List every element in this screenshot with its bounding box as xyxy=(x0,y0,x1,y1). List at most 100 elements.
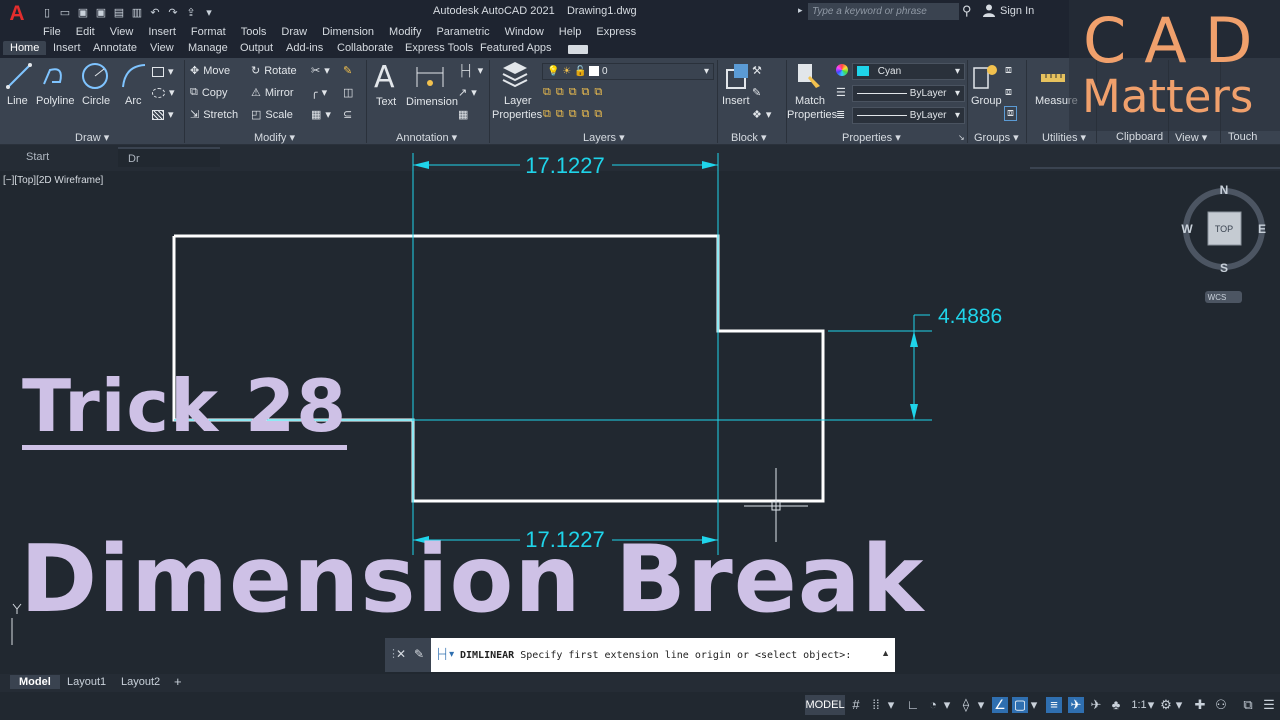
group-button[interactable]: Group xyxy=(971,95,1002,107)
edit-block-tool[interactable]: ✎ xyxy=(752,86,761,99)
auto-scale-icon[interactable]: ✈ xyxy=(1088,697,1104,713)
groups-panel-label[interactable]: Groups ▾ xyxy=(974,131,1019,144)
view-panel-label[interactable]: View ▾ xyxy=(1175,131,1207,144)
menu-item-format[interactable]: Format xyxy=(191,26,226,38)
gradient-tool[interactable]: ▾ xyxy=(152,108,174,121)
snap-icon[interactable]: ⁞⁞ xyxy=(868,697,884,713)
gear-icon[interactable]: ⚙ xyxy=(1158,697,1174,713)
create-block-tool[interactable]: ⚒ xyxy=(752,64,762,77)
isodraft-icon[interactable]: ⟠ xyxy=(958,697,974,713)
match-properties-button[interactable]: Match xyxy=(795,95,825,107)
properties-dialog-launcher-icon[interactable]: ↘ xyxy=(958,133,965,142)
utilities-panel-label[interactable]: Utilities ▾ xyxy=(1042,131,1086,144)
dim-right-text[interactable]: 4.4886 xyxy=(938,305,1002,328)
object-snap-icon[interactable]: ▢ xyxy=(1012,697,1028,713)
grid-icon[interactable]: # xyxy=(848,697,864,713)
array-button[interactable]: ▦ ▾ xyxy=(311,108,331,121)
tab-insert[interactable]: Insert xyxy=(53,42,81,54)
viewport-controls[interactable]: [−][Top][2D Wireframe] xyxy=(3,175,103,186)
scale-button[interactable]: ◰ Scale xyxy=(251,108,293,122)
autocad-logo-icon[interactable]: A xyxy=(6,3,28,25)
redo-icon[interactable]: ↷ xyxy=(166,5,180,19)
draw-panel-label[interactable]: Draw ▾ xyxy=(75,131,109,144)
menu-item-modify[interactable]: Modify xyxy=(389,26,421,38)
tab-collaborate[interactable]: Collaborate xyxy=(337,42,393,54)
lineweight-toggle-icon[interactable]: ≡ xyxy=(1046,697,1062,713)
linetype-dropdown[interactable]: ByLayer ▾ xyxy=(852,85,965,102)
menu-item-tools[interactable]: Tools xyxy=(241,26,267,38)
move-button[interactable]: ✥ Move xyxy=(190,64,230,78)
layer-dropdown[interactable]: 💡 ☀ 🔓 0 ▾ xyxy=(542,63,714,80)
modify-panel-label[interactable]: Modify ▾ xyxy=(254,131,295,144)
plot-icon[interactable]: ▥ xyxy=(130,5,144,19)
tab-layout1[interactable]: Layout1 xyxy=(67,676,106,688)
chevron-down-icon[interactable]: ▾ xyxy=(1175,697,1183,713)
stretch-button[interactable]: ⇲ Stretch xyxy=(190,108,238,122)
save-as-icon[interactable]: ▣ xyxy=(94,5,108,19)
model-space-button[interactable]: MODEL xyxy=(805,695,845,715)
new-icon[interactable]: ▯ xyxy=(40,5,54,19)
erase-button[interactable]: ✎ xyxy=(343,64,352,77)
layer-tools-row-2[interactable]: ⧉⧉⧉⧉⧉ xyxy=(543,108,607,121)
customize-icon[interactable]: ▾ xyxy=(202,5,216,19)
group-select-tool[interactable]: ⧈ xyxy=(1004,106,1017,121)
web-icon[interactable]: ▤ xyxy=(112,5,126,19)
ribbon-toggle-icon[interactable] xyxy=(568,45,588,54)
chevron-down-icon[interactable]: ▾ xyxy=(977,697,985,713)
layer-properties-button[interactable]: Layer xyxy=(504,95,532,107)
table-tool[interactable]: ▦ xyxy=(458,108,468,121)
trim-button[interactable]: ✂ ▾ xyxy=(311,64,330,77)
tab-featured-apps[interactable]: Featured Apps xyxy=(480,42,552,54)
tab-view[interactable]: View xyxy=(150,42,174,54)
tab-add-ins[interactable]: Add-ins xyxy=(286,42,323,54)
menu-item-edit[interactable]: Edit xyxy=(76,26,95,38)
tab-model[interactable]: Model xyxy=(10,675,60,689)
wrench-icon[interactable]: ✎ xyxy=(414,647,424,661)
search-expand-icon[interactable]: ▸ xyxy=(798,5,803,16)
polyline-button[interactable]: Polyline xyxy=(36,95,75,107)
isolate-objects-icon[interactable]: ⚇ xyxy=(1213,697,1229,713)
share-icon[interactable]: ⇪ xyxy=(184,5,198,19)
linear-dim-tool[interactable]: ├┤ ▾ xyxy=(458,64,483,78)
open-icon[interactable]: ▭ xyxy=(58,5,72,19)
chevron-down-icon[interactable]: ▾ xyxy=(943,697,951,713)
layers-panel-label[interactable]: Layers ▾ xyxy=(583,131,625,144)
customization-icon[interactable]: ☰ xyxy=(1261,697,1277,713)
circle-button[interactable]: Circle xyxy=(82,95,110,107)
chevron-down-icon[interactable]: ▾ xyxy=(887,697,895,713)
arc-button[interactable]: Arc xyxy=(125,95,142,107)
menu-item-draw[interactable]: Draw xyxy=(281,26,307,38)
copy-button[interactable]: ⧉ Copy xyxy=(190,86,228,99)
chevron-up-icon[interactable]: ▲ xyxy=(881,648,890,658)
menu-item-express[interactable]: Express xyxy=(596,26,636,38)
dimension-button[interactable]: Dimension xyxy=(406,96,458,108)
plus-icon[interactable]: ✚ xyxy=(1192,697,1208,713)
user-icon[interactable] xyxy=(982,3,996,17)
layer-tools-row-1[interactable]: ⧉⧉⧉⧉⧉ xyxy=(543,86,607,99)
menu-item-help[interactable]: Help xyxy=(559,26,582,38)
leader-tool[interactable]: ↗ ▾ xyxy=(458,86,477,99)
tab-output[interactable]: Output xyxy=(240,42,273,54)
offset-button[interactable]: ⊆ xyxy=(343,108,352,121)
command-line-handle[interactable]: ⋮ ✕ ✎ xyxy=(385,638,431,672)
command-line[interactable]: ├┤▾ DIMLINEAR Specify first extension li… xyxy=(431,638,895,672)
dim-top-text[interactable]: 17.1227 xyxy=(525,153,605,178)
text-button[interactable]: Text xyxy=(376,96,396,108)
clipboard-panel-label[interactable]: Clipboard xyxy=(1116,131,1163,143)
osnap-tracking-icon[interactable]: ∠ xyxy=(992,697,1008,713)
undo-icon[interactable]: ↶ xyxy=(148,5,162,19)
touch-panel-label[interactable]: Touch xyxy=(1228,131,1257,143)
viewcube[interactable]: TOP N S E W WCS xyxy=(1181,183,1266,303)
annotation-visibility-icon[interactable]: ✈ xyxy=(1068,697,1084,713)
lineweight-dropdown[interactable]: ByLayer ▾ xyxy=(852,107,965,124)
menu-item-view[interactable]: View xyxy=(110,26,134,38)
annotation-panel-label[interactable]: Annotation ▾ xyxy=(396,131,457,144)
hatch-tool[interactable]: ▾ xyxy=(152,86,175,99)
attribute-tool[interactable]: ❖ ▾ xyxy=(752,108,771,121)
ortho-icon[interactable]: ∟ xyxy=(905,697,921,713)
clean-screen-icon[interactable]: ⧉ xyxy=(1240,697,1256,713)
rotate-button[interactable]: ↻ Rotate xyxy=(251,64,297,78)
tab-annotate[interactable]: Annotate xyxy=(93,42,137,54)
menu-item-dimension[interactable]: Dimension xyxy=(322,26,374,38)
add-layout-button[interactable]: + xyxy=(174,674,182,689)
